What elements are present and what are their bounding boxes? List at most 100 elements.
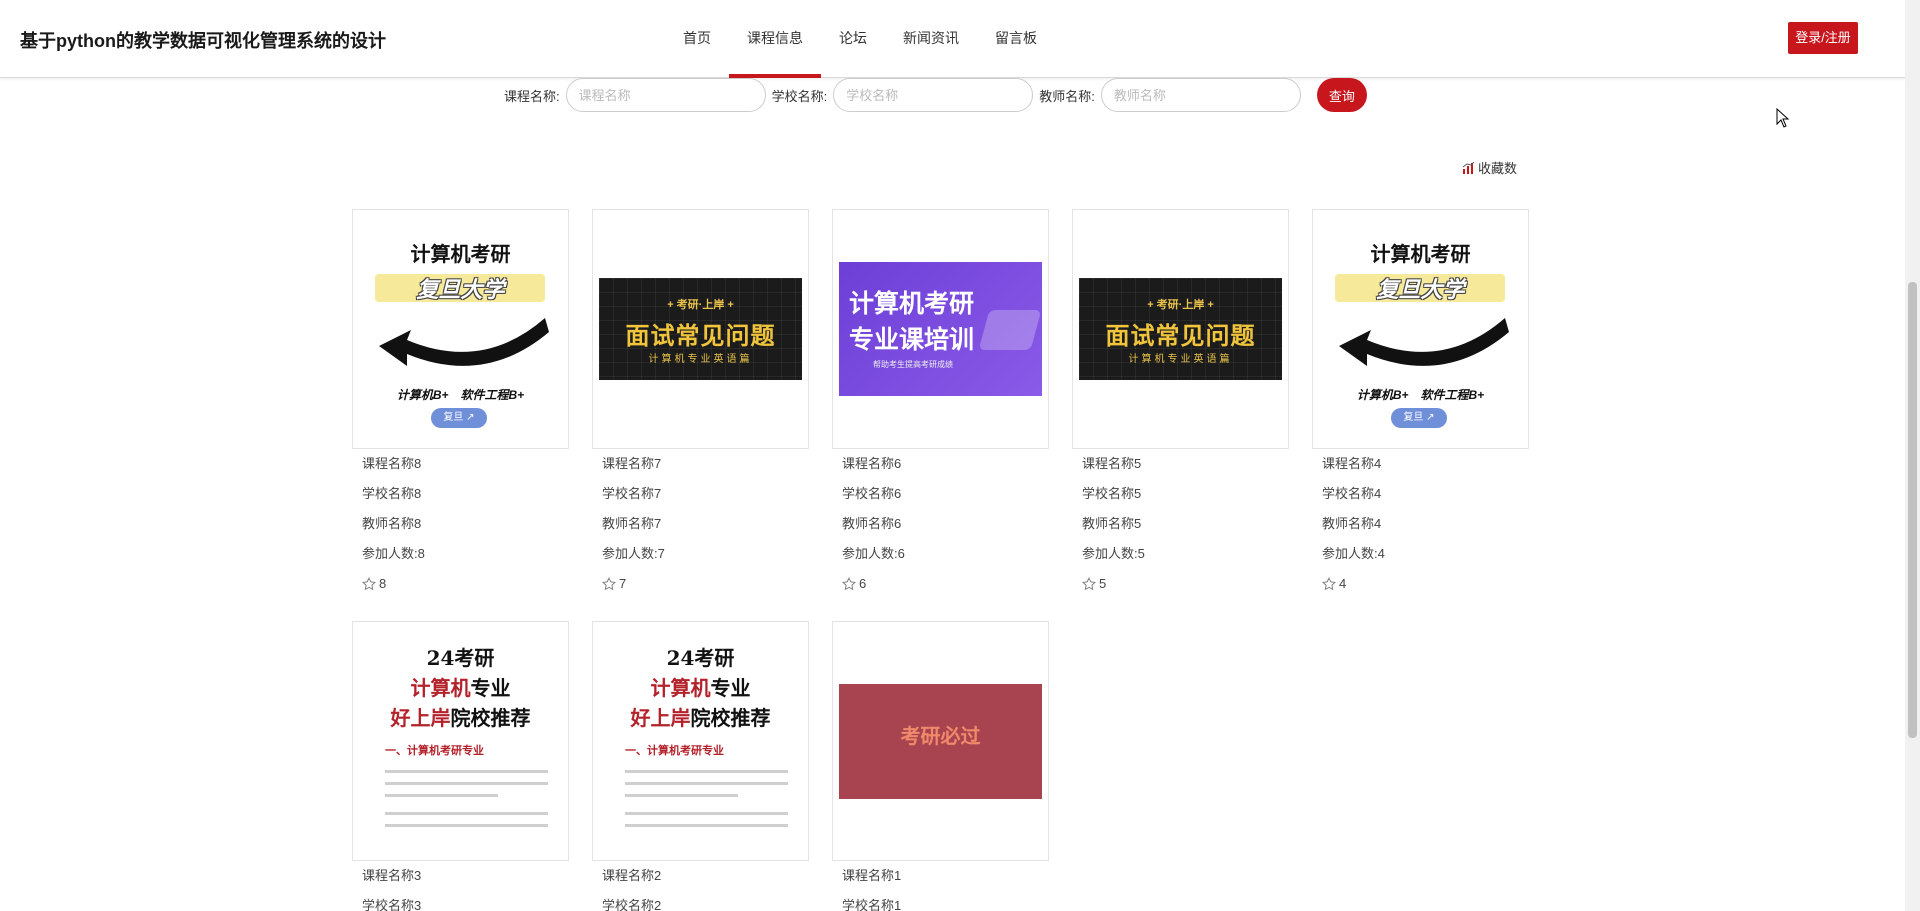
participant-count: 参加人数:6: [842, 546, 905, 561]
school-name: 学校名称8: [362, 486, 422, 501]
mouse-cursor-icon: [1776, 108, 1790, 128]
course-card[interactable]: 计算机考研 专业课培训 帮助考生提高考研成绩 课程名称6 学校名称6 教师名称6…: [832, 209, 1049, 599]
school-name: 学校名称5: [1082, 486, 1142, 501]
school-name: 学校名称7: [602, 486, 662, 501]
course-thumbnail[interactable]: 24考研 计算机专业 好上岸院校推荐 一、计算机考研专业: [592, 621, 809, 861]
poster-line3: 帮助考生提高考研成绩: [873, 360, 953, 369]
course-card[interactable]: 计算机考研 复旦大学 计算机B+ 软件工程B+ 复旦 ↗ 课程名称4 学校名称4…: [1312, 209, 1529, 599]
poster-text-line: [625, 770, 788, 773]
poster-tags: 计算机B+ 软件工程B+: [1356, 388, 1485, 402]
poster-text-line: [625, 812, 788, 815]
teacher-name: 教师名称7: [602, 516, 662, 531]
school-name: 学校名称6: [842, 486, 902, 501]
course-thumbnail[interactable]: + 考研·上岸 + 面试常见问题 计算机专业英语篇: [1072, 209, 1289, 449]
poster-top: + 考研·上岸 +: [667, 299, 734, 311]
star-icon: [362, 577, 376, 591]
poster-text-line: [625, 794, 738, 797]
nav-news[interactable]: 新闻资讯: [885, 0, 977, 78]
course-card[interactable]: 计算机考研 复旦大学 计算机B+ 软件工程B+ 复旦 ↗ 课程名称8 学校名称8…: [352, 209, 569, 599]
star-icon: [1322, 577, 1336, 591]
poster-top: + 考研·上岸 +: [1147, 299, 1214, 311]
poster-main: 面试常见问题: [625, 323, 776, 350]
school-name: 学校名称1: [842, 898, 902, 911]
teacher-name: 教师名称5: [1082, 516, 1142, 531]
header: 基于python的教学数据可视化管理系统的设计 首页 课程信息 论坛 新闻资讯 …: [0, 0, 1905, 78]
poster-bottom: 计算机专业英语篇: [1128, 354, 1233, 365]
login-register-button[interactable]: 登录/注册: [1788, 22, 1858, 54]
course-poster: 24考研 计算机专业 好上岸院校推荐 一、计算机考研专业: [353, 622, 568, 860]
school-name-input[interactable]: [833, 78, 1034, 112]
course-name: 课程名称3: [362, 868, 422, 883]
course-name: 课程名称6: [842, 456, 902, 471]
nav-forum[interactable]: 论坛: [821, 0, 885, 78]
poster-line2: 专业课培训: [849, 326, 975, 354]
participant-count: 参加人数:8: [362, 546, 425, 561]
poster-line3: 好上岸院校推荐: [390, 706, 531, 730]
star-icon: [842, 577, 856, 591]
poster-text-line: [625, 782, 788, 785]
favorite-count: 5: [1099, 576, 1107, 591]
favorite-count: 4: [1339, 576, 1347, 591]
teacher-name-input[interactable]: [1100, 78, 1301, 112]
course-thumbnail[interactable]: 计算机考研 复旦大学 计算机B+ 软件工程B+ 复旦 ↗: [1312, 209, 1529, 449]
poster-pill: 复旦 ↗: [431, 408, 487, 428]
school-name: 学校名称4: [1322, 486, 1382, 501]
course-name-label: 课程名称:: [504, 88, 560, 104]
nav-home[interactable]: 首页: [665, 0, 729, 78]
participant-count: 参加人数:4: [1322, 546, 1385, 561]
course-thumbnail[interactable]: 计算机考研 复旦大学 计算机B+ 软件工程B+ 复旦 ↗: [352, 209, 569, 449]
arrow-graphic: [1339, 318, 1509, 366]
poster-line2: 计算机专业: [650, 676, 751, 700]
main-nav: 首页 课程信息 论坛 新闻资讯 留言板: [665, 0, 1055, 78]
poster-title: 计算机考研: [1370, 244, 1471, 266]
poster-title: 计算机考研: [410, 244, 511, 266]
poster-text-line: [385, 782, 548, 785]
page-scrollbar[interactable]: [1905, 0, 1920, 911]
course-card[interactable]: 考研必过 课程名称1 学校名称1: [832, 621, 1049, 911]
poster-line1: 24考研: [426, 646, 495, 670]
query-button[interactable]: 查询: [1316, 78, 1367, 112]
star-icon: [602, 577, 616, 591]
favorite-count: 8: [379, 576, 387, 591]
course-poster: 考研必过: [839, 684, 1042, 799]
course-card[interactable]: 24考研 计算机专业 好上岸院校推荐 一、计算机考研专业 课程名称2 学校名称2: [592, 621, 809, 911]
poster-text-line: [385, 812, 548, 815]
course-card[interactable]: + 考研·上岸 + 面试常见问题 计算机专业英语篇 课程名称7 学校名称7 教师…: [592, 209, 809, 599]
poster-section: 一、计算机考研专业: [385, 745, 484, 757]
poster-line3: 好上岸院校推荐: [630, 706, 771, 730]
bar-chart-icon: [1462, 161, 1475, 174]
course-poster: + 考研·上岸 + 面试常见问题 计算机专业英语篇: [1079, 278, 1282, 380]
poster-bottom: 计算机专业英语篇: [648, 354, 753, 365]
nav-course-info[interactable]: 课程信息: [729, 0, 821, 78]
course-poster: + 考研·上岸 + 面试常见问题 计算机专业英语篇: [599, 278, 802, 380]
star-icon: [1082, 577, 1096, 591]
site-title: 基于python的教学数据可视化管理系统的设计: [20, 31, 386, 51]
arrow-graphic: [379, 318, 549, 366]
teacher-name: 教师名称4: [1322, 516, 1382, 531]
course-name-input[interactable]: [565, 78, 766, 112]
course-thumbnail[interactable]: 考研必过: [832, 621, 1049, 861]
poster-text-line: [385, 770, 548, 773]
sort-by-favorites[interactable]: 收藏数: [1462, 158, 1517, 177]
course-thumbnail[interactable]: 计算机考研 专业课培训 帮助考生提高考研成绩: [832, 209, 1049, 449]
scrollbar-thumb[interactable]: [1908, 282, 1917, 738]
search-bar: 课程名称: 学校名称: 教师名称: 查询: [504, 78, 1367, 112]
nav-message-board[interactable]: 留言板: [977, 0, 1055, 78]
teacher-name: 教师名称6: [842, 516, 902, 531]
course-thumbnail[interactable]: 24考研 计算机专业 好上岸院校推荐 一、计算机考研专业: [352, 621, 569, 861]
poster-tags: 计算机B+ 软件工程B+: [396, 388, 525, 402]
participant-count: 参加人数:7: [602, 546, 665, 561]
poster-school: 复旦大学: [1376, 277, 1465, 302]
course-poster: 计算机考研 复旦大学 计算机B+ 软件工程B+ 复旦 ↗: [353, 210, 568, 448]
teacher-name: 教师名称8: [362, 516, 422, 531]
course-name: 课程名称2: [602, 868, 662, 883]
course-card[interactable]: + 考研·上岸 + 面试常见问题 计算机专业英语篇 课程名称5 学校名称5 教师…: [1072, 209, 1289, 599]
course-poster: 24考研 计算机专业 好上岸院校推荐 一、计算机考研专业: [593, 622, 808, 860]
course-thumbnail[interactable]: + 考研·上岸 + 面试常见问题 计算机专业英语篇: [592, 209, 809, 449]
poster-school: 复旦大学: [416, 277, 505, 302]
course-card[interactable]: 24考研 计算机专业 好上岸院校推荐 一、计算机考研专业 课程名称3 学校名称3: [352, 621, 569, 911]
participant-count: 参加人数:5: [1082, 546, 1145, 561]
course-name: 课程名称7: [602, 456, 662, 471]
school-name-label: 学校名称:: [771, 88, 828, 104]
poster-line1: 计算机考研: [849, 290, 975, 318]
